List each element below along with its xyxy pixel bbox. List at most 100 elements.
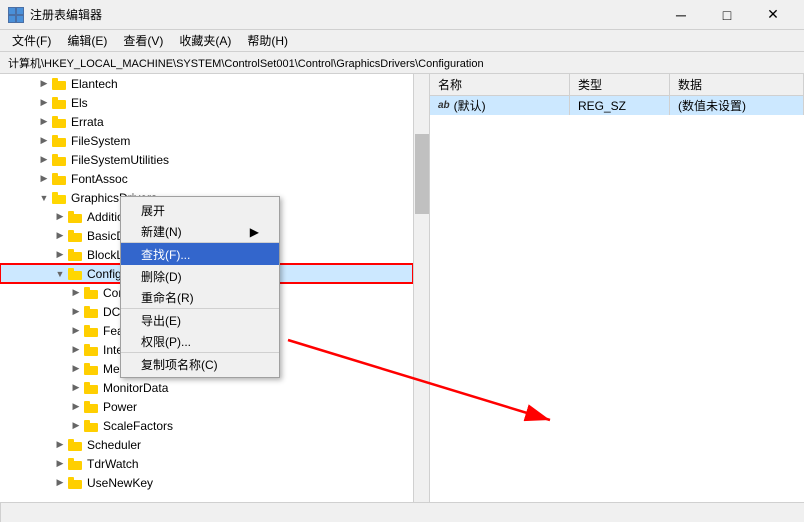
tree-item-fontassoc[interactable]: ▶ FontAssoc [0, 169, 413, 188]
ctx-label-find: 查找(F)... [141, 246, 190, 263]
expand-icon: ▶ [52, 437, 68, 453]
ctx-label-expand: 展开 [141, 202, 165, 219]
ctx-label-delete: 删除(D) [141, 268, 182, 285]
right-panel-header: 名称 类型 数据 [430, 74, 804, 96]
tree-item-label: ScaleFactors [103, 419, 173, 433]
expand-icon: ▶ [36, 76, 52, 92]
expand-icon: ▶ [52, 475, 68, 491]
ctx-label-copyname: 复制项名称(C) [141, 356, 218, 373]
expand-icon: ▶ [68, 418, 84, 434]
col-header-data: 数据 [670, 74, 804, 95]
expand-icon: ▶ [36, 152, 52, 168]
ab-icon: ab [438, 100, 450, 111]
expand-icon: ▼ [36, 190, 52, 206]
folder-icon [68, 438, 84, 452]
tree-scrollbar[interactable] [413, 74, 429, 522]
window-title: 注册表编辑器 [30, 6, 658, 23]
expand-icon: ▶ [36, 114, 52, 130]
cell-name-value: (默认) [454, 97, 486, 114]
cell-name: ab (默认) [430, 96, 570, 115]
status-divider [0, 503, 1, 522]
ctx-item-rename[interactable]: 重命名(R) [121, 287, 279, 309]
menu-edit[interactable]: 编辑(E) [59, 30, 115, 51]
folder-icon [84, 400, 100, 414]
folder-icon-open [52, 191, 68, 205]
menu-help[interactable]: 帮助(H) [239, 30, 296, 51]
ctx-item-copyname[interactable]: 复制项名称(C) [121, 353, 279, 375]
ctx-label-permissions: 权限(P)... [141, 333, 191, 350]
tree-item-label: Scheduler [87, 438, 141, 452]
ctx-label-rename: 重命名(R) [141, 289, 194, 306]
address-path: 计算机\HKEY_LOCAL_MACHINE\SYSTEM\ControlSet… [8, 55, 484, 71]
folder-icon [84, 305, 100, 319]
tree-item-label: Elantech [71, 77, 118, 91]
ctx-item-permissions[interactable]: 权限(P)... [121, 331, 279, 353]
context-menu: 展开 新建(N) ▶ 查找(F)... 删除(D) 重命名(R) 导出(E) 权… [120, 196, 280, 378]
folder-icon [52, 172, 68, 186]
expand-icon: ▼ [52, 266, 68, 282]
ctx-label-export: 导出(E) [141, 312, 181, 329]
tree-item-label: UseNewKey [87, 476, 153, 490]
ctx-label-new: 新建(N) [141, 223, 182, 240]
tree-item-els[interactable]: ▶ Els [0, 93, 413, 112]
minimize-button[interactable]: ─ [658, 0, 704, 30]
tree-item-scheduler[interactable]: ▶ Scheduler [0, 435, 413, 454]
expand-icon: ▶ [68, 285, 84, 301]
expand-icon: ▶ [52, 456, 68, 472]
folder-icon [84, 324, 100, 338]
tree-item-errata[interactable]: ▶ Errata [0, 112, 413, 131]
ctx-item-new[interactable]: 新建(N) ▶ [121, 221, 279, 243]
col-header-name: 名称 [430, 74, 570, 95]
tree-item-elantech[interactable]: ▶ Elantech [0, 74, 413, 93]
registry-row[interactable]: ab (默认) REG_SZ (数值未设置) [430, 96, 804, 115]
folder-icon [52, 115, 68, 129]
ctx-item-delete[interactable]: 删除(D) [121, 265, 279, 287]
menu-file[interactable]: 文件(F) [4, 30, 59, 51]
tree-item-tdrwatch[interactable]: ▶ TdrWatch [0, 454, 413, 473]
ctx-arrow-new: ▶ [250, 225, 259, 239]
folder-icon [68, 210, 84, 224]
cell-data: (数值未设置) [670, 96, 804, 115]
title-bar: 注册表编辑器 ─ □ ✕ [0, 0, 804, 30]
folder-icon [84, 286, 100, 300]
ctx-item-expand[interactable]: 展开 [121, 199, 279, 221]
folder-icon-open [68, 267, 84, 281]
expand-icon: ▶ [36, 95, 52, 111]
expand-icon: ▶ [68, 342, 84, 358]
tree-scroll-thumb[interactable] [415, 134, 429, 214]
expand-icon: ▶ [68, 323, 84, 339]
folder-icon [68, 476, 84, 490]
expand-icon: ▶ [52, 247, 68, 263]
expand-icon: ▶ [36, 171, 52, 187]
tree-item-monitordata[interactable]: ▶ MonitorData [0, 378, 413, 397]
folder-icon [52, 96, 68, 110]
tree-item-scalefactors[interactable]: ▶ ScaleFactors [0, 416, 413, 435]
status-bar [0, 502, 804, 522]
tree-item-filesystem[interactable]: ▶ FileSystem [0, 131, 413, 150]
ctx-item-export[interactable]: 导出(E) [121, 309, 279, 331]
tree-item-label: Errata [71, 115, 104, 129]
expand-icon: ▶ [68, 399, 84, 415]
maximize-button[interactable]: □ [704, 0, 750, 30]
folder-icon [68, 248, 84, 262]
tree-item-label: FileSystemUtilities [71, 153, 169, 167]
folder-icon [84, 419, 100, 433]
folder-icon [52, 134, 68, 148]
folder-icon [68, 229, 84, 243]
expand-icon: ▶ [68, 361, 84, 377]
menu-view[interactable]: 查看(V) [115, 30, 171, 51]
close-button[interactable]: ✕ [750, 0, 796, 30]
app-icon [8, 7, 24, 23]
tree-item-label: TdrWatch [87, 457, 139, 471]
tree-item-usenewkey[interactable]: ▶ UseNewKey [0, 473, 413, 492]
expand-icon: ▶ [52, 228, 68, 244]
menu-favorites[interactable]: 收藏夹(A) [171, 30, 239, 51]
expand-icon: ▶ [52, 209, 68, 225]
menu-bar: 文件(F) 编辑(E) 查看(V) 收藏夹(A) 帮助(H) [0, 30, 804, 52]
tree-item-filesystemutilities[interactable]: ▶ FileSystemUtilities [0, 150, 413, 169]
folder-icon [52, 153, 68, 167]
right-panel: 名称 类型 数据 ab (默认) REG_SZ (数值未设置) [430, 74, 804, 522]
ctx-item-find[interactable]: 查找(F)... [121, 243, 279, 265]
tree-item-label: MonitorData [103, 381, 168, 395]
tree-item-power[interactable]: ▶ Power [0, 397, 413, 416]
